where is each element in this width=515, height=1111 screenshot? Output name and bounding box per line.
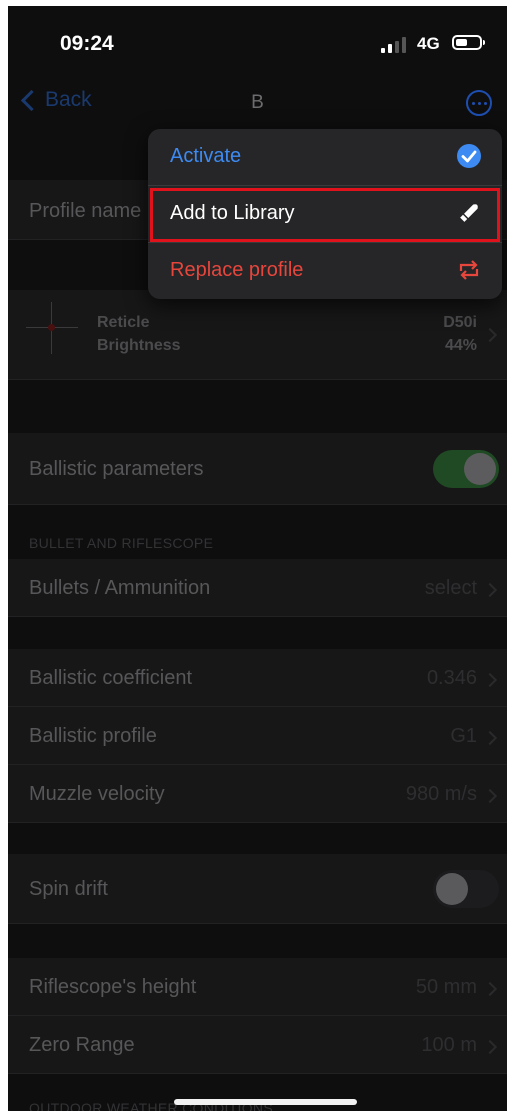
zero-range-value: 100 m xyxy=(421,1034,477,1056)
highlight-box xyxy=(150,188,500,242)
ballistic-parameters-toggle[interactable] xyxy=(433,450,499,488)
more-options-icon[interactable] xyxy=(466,90,492,116)
reticle-row[interactable]: Reticle Brightness D50i 44% xyxy=(8,290,507,380)
activate-label: Activate xyxy=(170,145,242,167)
battery-icon xyxy=(452,35,485,50)
status-bar: 09:24 4G xyxy=(8,6,507,76)
riflescope-height-value: 50 mm xyxy=(415,976,477,998)
app-screen: 09:24 4G Back B Profile name Reticle Bri… xyxy=(8,6,507,1111)
network-type: 4G xyxy=(417,34,440,53)
chevron-right-icon xyxy=(482,981,498,997)
bullets-label: Bullets / Ammunition xyxy=(29,577,211,599)
zero-range-label: Zero Range xyxy=(29,1034,135,1056)
bullets-ammunition-row[interactable]: Bullets / Ammunition select xyxy=(8,559,507,617)
chevron-right-icon xyxy=(482,730,498,746)
bullets-value: select xyxy=(424,577,477,599)
status-time: 09:24 xyxy=(60,32,114,55)
coefficient-label: Ballistic coefficient xyxy=(29,667,193,689)
checkmark-circle-icon xyxy=(457,144,481,168)
muzzle-velocity-value: 980 m/s xyxy=(405,783,477,805)
spin-drift-toggle[interactable] xyxy=(433,870,499,908)
ballistic-coefficient-row[interactable]: Ballistic coefficient 0.346 xyxy=(8,649,507,707)
replace-profile-label: Replace profile xyxy=(170,259,304,281)
chevron-right-icon xyxy=(482,788,498,804)
chevron-right-icon xyxy=(482,582,498,598)
spin-drift-label: Spin drift xyxy=(29,878,108,900)
ballistic-profile-value: G1 xyxy=(450,725,477,747)
swap-arrows-icon xyxy=(459,260,479,280)
ballistic-parameters-label: Ballistic parameters xyxy=(29,458,204,480)
signal-strength-icon xyxy=(381,37,411,53)
page-title: B xyxy=(251,92,264,113)
home-indicator[interactable] xyxy=(174,1099,357,1105)
coefficient-value: 0.346 xyxy=(426,667,477,689)
menu-item-activate[interactable]: Activate xyxy=(148,129,502,185)
riflescope-height-row[interactable]: Riflescope's height 50 mm xyxy=(8,958,507,1016)
brightness-label: Brightness xyxy=(97,337,181,354)
chevron-right-icon xyxy=(482,672,498,688)
muzzle-velocity-row[interactable]: Muzzle velocity 980 m/s xyxy=(8,765,507,823)
spin-drift-row: Spin drift xyxy=(8,854,507,924)
brightness-value: 44% xyxy=(444,337,477,354)
zero-range-row[interactable]: Zero Range 100 m xyxy=(8,1016,507,1074)
reticle-value: D50i xyxy=(443,314,477,331)
chevron-right-icon xyxy=(482,327,498,343)
ballistic-parameters-row: Ballistic parameters xyxy=(8,433,507,505)
reticle-icon xyxy=(26,302,78,354)
ballistic-profile-row[interactable]: Ballistic profile G1 xyxy=(8,707,507,765)
context-menu: Activate Add to Library Replace profile xyxy=(148,129,502,299)
muzzle-velocity-label: Muzzle velocity xyxy=(29,783,165,805)
riflescope-height-label: Riflescope's height xyxy=(29,976,197,998)
chevron-right-icon xyxy=(482,1039,498,1055)
navigation-bar: Back B xyxy=(8,78,507,128)
ballistic-profile-label: Ballistic profile xyxy=(29,725,157,747)
reticle-label: Reticle xyxy=(97,314,150,331)
menu-item-replace-profile[interactable]: Replace profile xyxy=(148,243,502,299)
section-header-bullet: BULLET AND RIFLESCOPE xyxy=(29,535,214,551)
profile-name-label: Profile name xyxy=(29,200,142,222)
